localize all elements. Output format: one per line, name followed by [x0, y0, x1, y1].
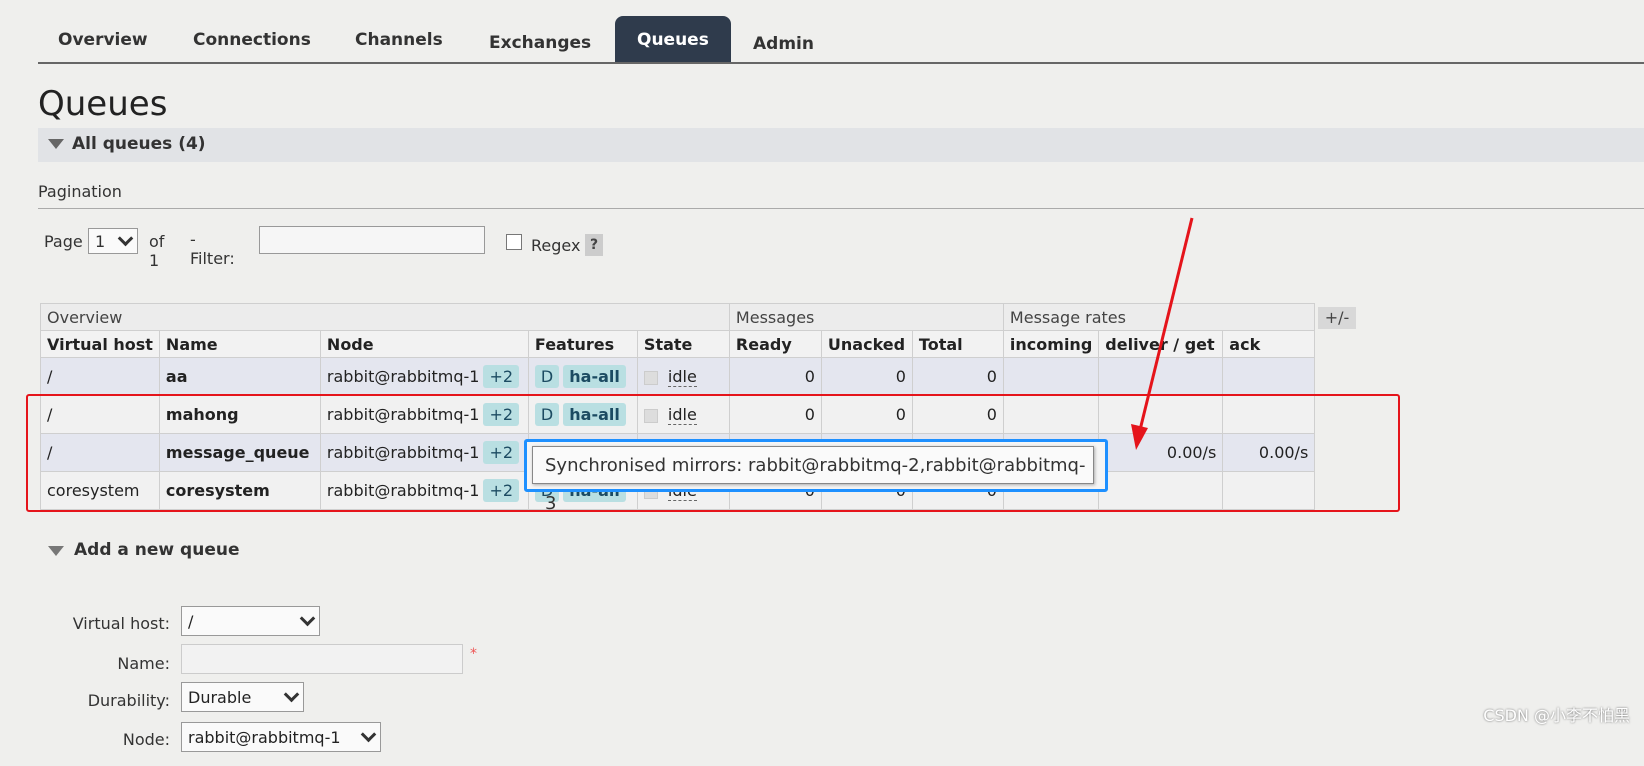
chevron-down-icon: [299, 610, 316, 627]
durability-select[interactable]: Durable: [181, 682, 304, 712]
durability-select-value: Durable: [188, 687, 252, 707]
queue-name-input[interactable]: [181, 644, 463, 674]
node-select[interactable]: rabbit@rabbitmq-1: [181, 722, 381, 752]
vhost-label: Virtual host:: [72, 614, 170, 633]
vhost-select-value: /: [188, 611, 194, 631]
required-mark: *: [470, 646, 477, 662]
chevron-down-icon: [283, 686, 300, 703]
collapse-triangle-icon: [48, 546, 64, 556]
name-label: Name:: [117, 654, 170, 673]
node-select-value: rabbit@rabbitmq-1: [188, 727, 341, 747]
watermark: CSDN @小李不怕黑: [1483, 706, 1630, 725]
mirrors-tooltip: Synchronised mirrors: rabbit@rabbitmq-2,…: [532, 446, 1094, 514]
add-queue-title: Add a new queue: [74, 540, 240, 560]
chevron-down-icon: [360, 726, 377, 743]
node-label: Node:: [122, 730, 170, 749]
durability-label: Durability:: [87, 691, 170, 710]
vhost-select[interactable]: /: [181, 606, 320, 636]
